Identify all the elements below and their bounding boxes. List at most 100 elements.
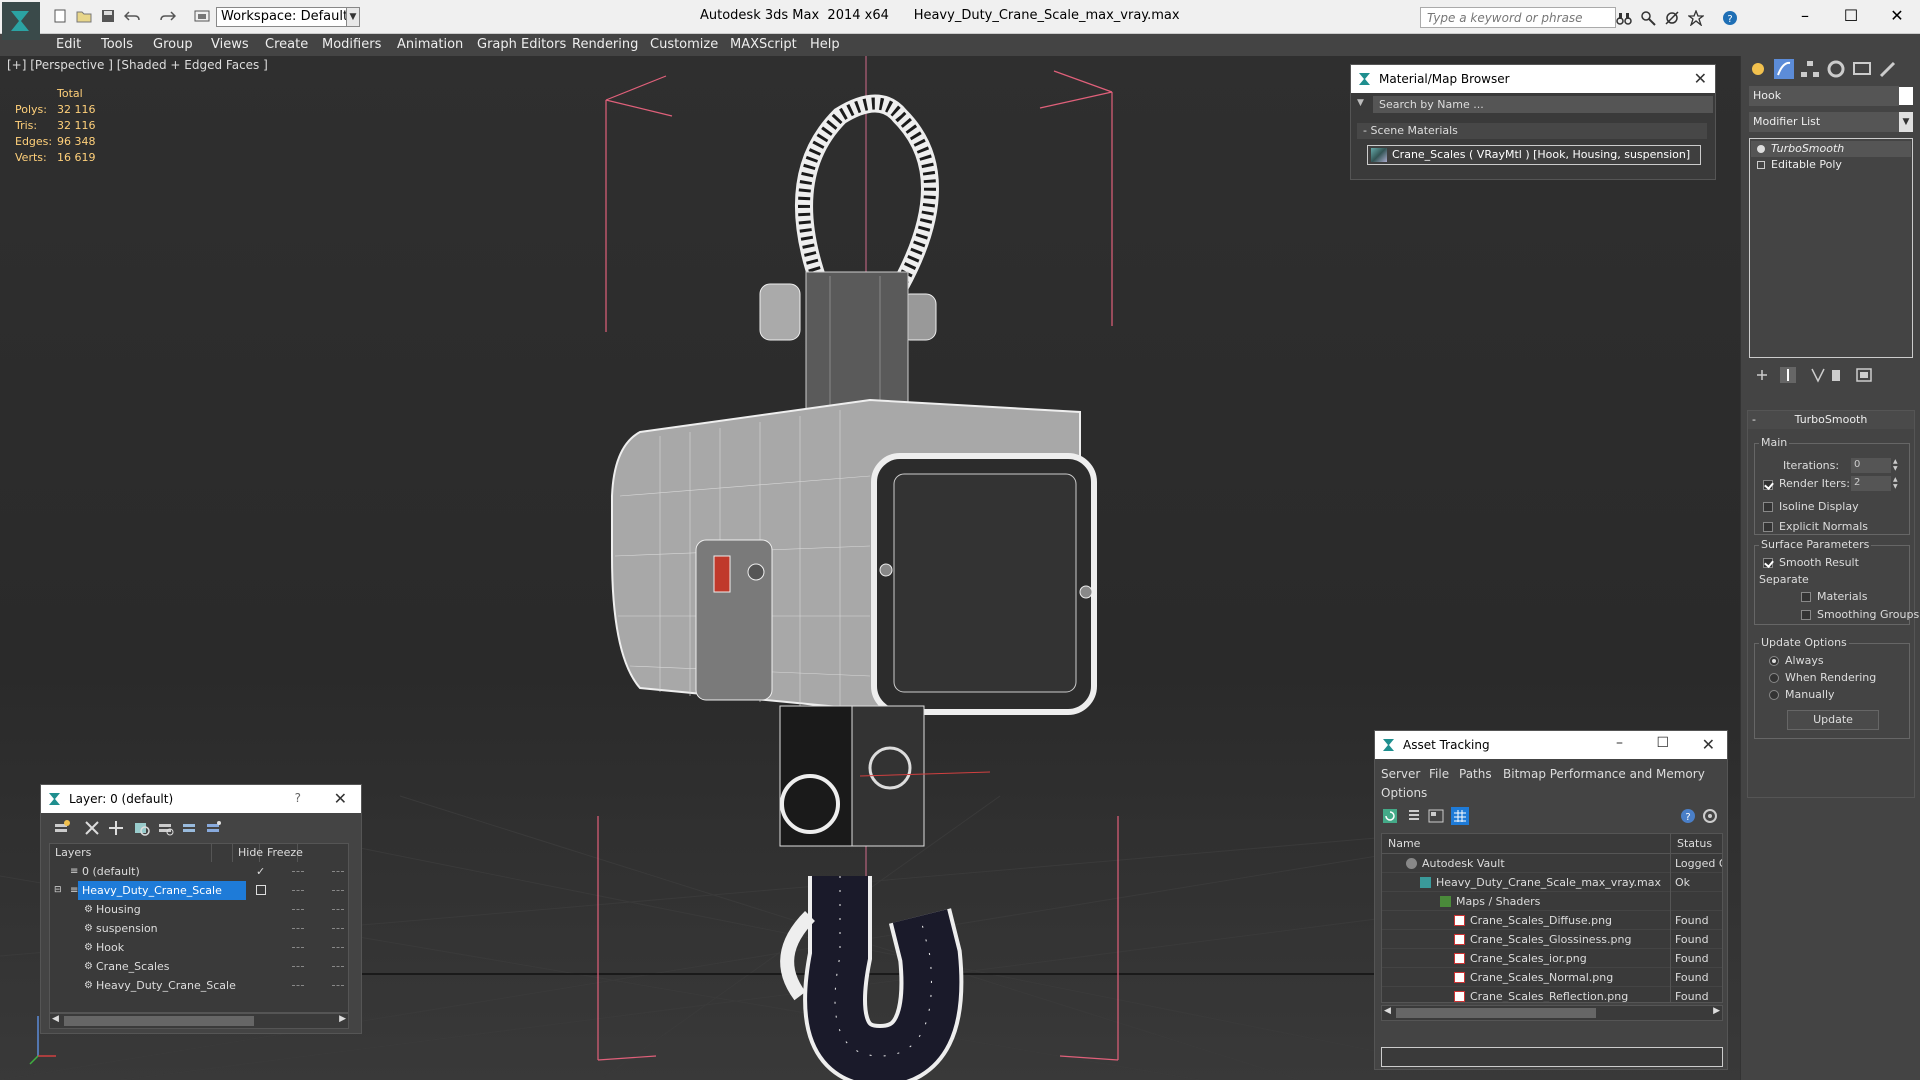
isoline-display-checkbox[interactable] — [1763, 502, 1773, 512]
layer-row[interactable]: ⚙ suspension — [50, 919, 348, 938]
utilities-tab-icon[interactable] — [1877, 58, 1899, 80]
active-layer-check-icon[interactable]: ✓ — [256, 862, 265, 881]
layer-row[interactable]: ≡ 0 (default) ✓ — [50, 862, 348, 881]
menu-tools[interactable]: Tools — [101, 34, 133, 56]
chevron-down-icon[interactable]: ▼ — [1899, 112, 1913, 132]
menu-edit[interactable]: Edit — [56, 34, 81, 56]
close-icon[interactable]: ✕ — [334, 789, 347, 808]
freeze-toggle[interactable] — [332, 909, 344, 911]
object-name-field[interactable]: Hook — [1749, 86, 1899, 106]
render-iters-spinner[interactable]: 2 — [1851, 476, 1891, 491]
hide-toggle[interactable] — [292, 928, 304, 930]
render-iters-checkbox[interactable] — [1763, 480, 1773, 490]
scene-materials-group[interactable]: - Scene Materials — [1357, 123, 1707, 139]
add-to-layer-icon[interactable] — [107, 819, 125, 837]
new-file-icon[interactable] — [52, 9, 68, 23]
display-tab-icon[interactable] — [1851, 58, 1873, 80]
configure-modifier-sets-icon[interactable] — [1855, 366, 1873, 384]
asset-row[interactable]: Heavy_Duty_Crane_Scale_max_vray.max Ok — [1382, 873, 1722, 892]
scroll-left-icon[interactable]: ◀ — [52, 1014, 59, 1024]
workspace-dropdown-arrow[interactable]: ▼ — [346, 7, 360, 27]
close-icon[interactable]: ✕ — [1702, 735, 1715, 754]
horizontal-scrollbar[interactable]: ◀ ▶ — [49, 1013, 349, 1029]
freeze-toggle[interactable] — [332, 871, 344, 873]
redo-icon[interactable] — [160, 9, 176, 23]
manually-radio[interactable] — [1769, 690, 1779, 700]
communication-center-icon[interactable] — [1664, 10, 1680, 26]
hide-toggle[interactable] — [292, 985, 304, 987]
make-unique-icon[interactable] — [1809, 366, 1827, 384]
highlight-selected-layer-icon[interactable] — [157, 819, 175, 837]
menu-rendering[interactable]: Rendering — [572, 34, 638, 56]
hide-toggle[interactable] — [292, 909, 304, 911]
undo-icon[interactable] — [124, 9, 140, 23]
layer-row[interactable]: ⚙ Housing — [50, 900, 348, 919]
asset-row[interactable]: Crane_Scales_Glossiness.png Found — [1382, 930, 1722, 949]
column-header-freeze[interactable]: Freeze — [262, 844, 303, 862]
select-objects-in-layer-icon[interactable] — [133, 819, 151, 837]
asset-row[interactable]: Maps / Shaders — [1382, 892, 1722, 911]
layer-row[interactable]: ⚙ Heavy_Duty_Crane_Scale — [50, 976, 348, 995]
layer-row[interactable]: ⚙ Hook — [50, 938, 348, 957]
maximize-icon[interactable]: ☐ — [1656, 735, 1669, 751]
pin-stack-icon[interactable] — [1753, 366, 1771, 384]
search-tools-icon[interactable] — [1640, 10, 1656, 26]
separate-smoothing-groups-checkbox[interactable] — [1801, 610, 1811, 620]
asset-row[interactable]: Crane_Scales_Diffuse.png Found — [1382, 911, 1722, 930]
rollout-header[interactable]: - TurboSmooth — [1748, 411, 1914, 429]
set-active-layer-box[interactable] — [256, 885, 266, 895]
iterations-spinner[interactable]: 0 — [1851, 458, 1891, 473]
material-search-input[interactable]: Search by Name ... — [1373, 96, 1713, 113]
asset-row[interactable]: Crane_Scales_ior.png Found — [1382, 949, 1722, 968]
modify-tab-icon[interactable] — [1773, 58, 1795, 80]
minimize-icon[interactable]: – — [1616, 735, 1623, 751]
scrollbar-thumb[interactable] — [1396, 1008, 1596, 1018]
asset-path-field[interactable] — [1381, 1047, 1723, 1067]
refresh-icon[interactable] — [1381, 807, 1399, 825]
menu-animation[interactable]: Animation — [397, 34, 463, 56]
menu-views[interactable]: Views — [211, 34, 249, 56]
open-file-icon[interactable] — [76, 9, 92, 23]
hide-unhide-all-icon[interactable] — [181, 819, 199, 837]
favorites-icon[interactable] — [1688, 10, 1704, 26]
separate-materials-checkbox[interactable] — [1801, 592, 1811, 602]
object-color-swatch[interactable] — [1899, 87, 1913, 105]
freeze-toggle[interactable] — [332, 890, 344, 892]
workspace-dropdown[interactable]: Workspace: Default — [216, 7, 360, 27]
spinner-arrows-icon[interactable]: ▲ ▼ — [1893, 476, 1901, 491]
stack-item-turbosmooth[interactable]: TurboSmooth — [1751, 141, 1911, 157]
minimize-button[interactable]: – — [1782, 4, 1828, 30]
project-folder-icon[interactable] — [194, 9, 210, 23]
freeze-toggle[interactable] — [332, 985, 344, 987]
search-options-icon[interactable]: ▼ — [1357, 98, 1364, 108]
lightbulb-icon[interactable] — [1757, 145, 1765, 153]
freeze-toggle[interactable] — [332, 928, 344, 930]
hide-toggle[interactable] — [292, 890, 304, 892]
menu-bitmap-performance[interactable]: Bitmap Performance and Memory — [1503, 767, 1705, 781]
help-icon[interactable]: ? — [1722, 10, 1738, 26]
show-end-result-icon[interactable] — [1779, 366, 1797, 384]
scroll-right-icon[interactable]: ▶ — [1713, 1006, 1720, 1016]
freeze-unfreeze-all-icon[interactable] — [205, 819, 223, 837]
create-tab-icon[interactable] — [1747, 58, 1769, 80]
column-header-layers[interactable]: Layers — [50, 844, 212, 862]
menu-options[interactable]: Options — [1381, 786, 1427, 800]
modifier-list-dropdown[interactable]: Modifier List — [1749, 112, 1913, 132]
keyword-search-input[interactable]: Type a keyword or phrase — [1420, 7, 1616, 28]
menu-graph-editors[interactable]: Graph Editors — [477, 34, 566, 56]
hierarchy-tab-icon[interactable] — [1799, 58, 1821, 80]
close-window-button[interactable]: ✕ — [1874, 4, 1920, 30]
motion-tab-icon[interactable] — [1825, 58, 1847, 80]
menu-group[interactable]: Group — [153, 34, 193, 56]
scroll-right-icon[interactable]: ▶ — [339, 1014, 346, 1024]
save-icon[interactable] — [100, 9, 116, 23]
smooth-result-checkbox[interactable] — [1763, 558, 1773, 568]
asset-row[interactable]: Crane_Scales_Normal.png Found — [1382, 968, 1722, 987]
asset-row[interactable]: Autodesk Vault Logged Out — [1382, 854, 1722, 873]
column-header-status[interactable]: Status — [1670, 834, 1722, 854]
update-button[interactable]: Update — [1787, 710, 1879, 730]
scrollbar-thumb[interactable] — [64, 1016, 254, 1026]
menu-maxscript[interactable]: MAXScript — [730, 34, 797, 56]
expand-plus-icon[interactable] — [1757, 161, 1765, 169]
hide-toggle[interactable] — [292, 966, 304, 968]
